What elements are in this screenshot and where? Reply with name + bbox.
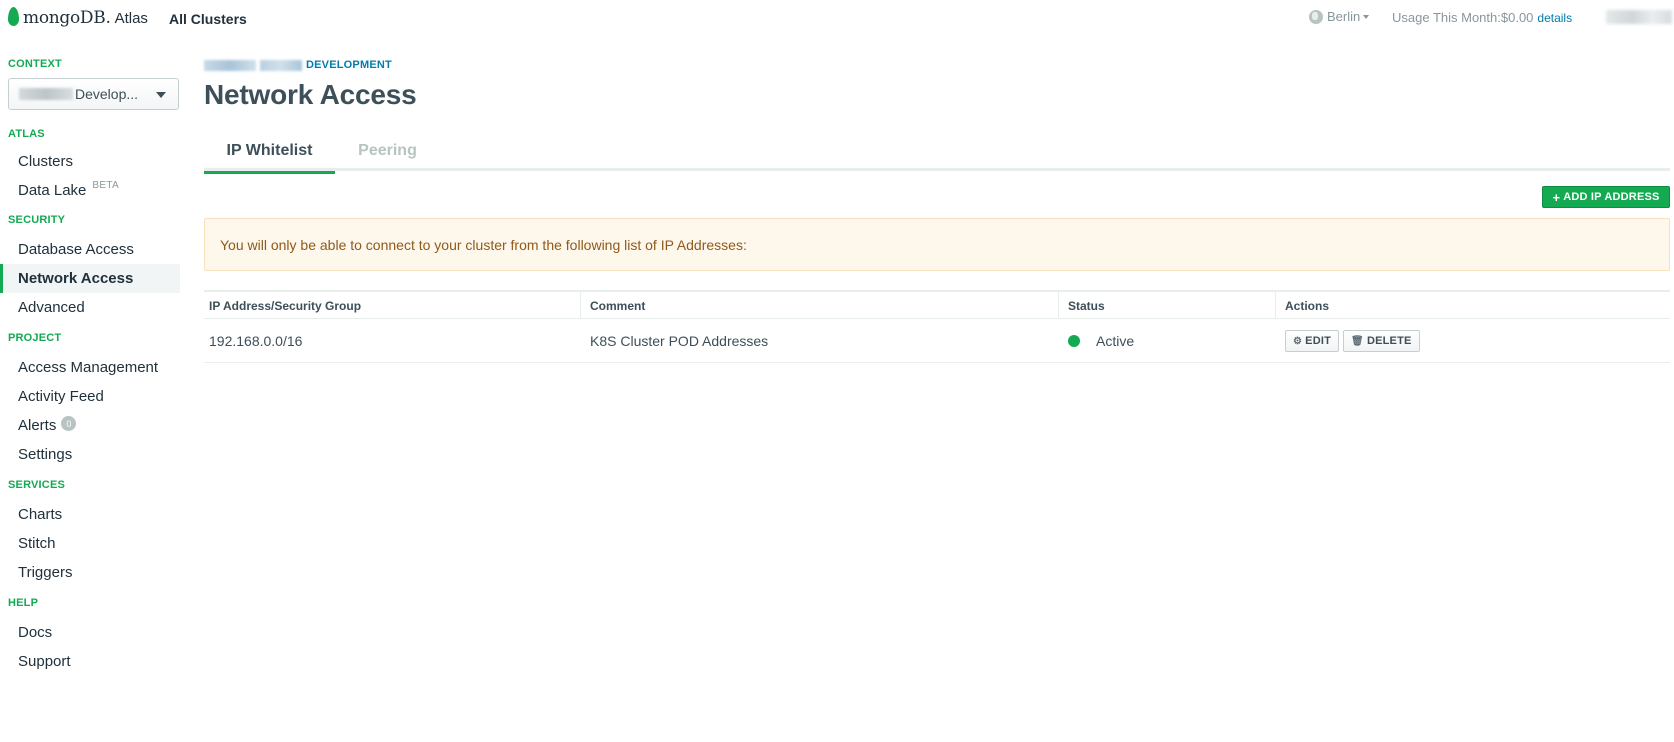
region-selector[interactable]: Berlin	[1309, 9, 1370, 24]
sidebar-item-label: Clusters	[18, 153, 74, 170]
alerts-count-badge: 0	[61, 416, 77, 431]
delete-button[interactable]: 🗑 DELETE	[1343, 330, 1420, 352]
sidebar-item-charts[interactable]: Charts	[0, 500, 180, 529]
comment-cell: K8S Cluster POD Addresses	[590, 333, 769, 349]
caret-down-icon	[1363, 14, 1370, 19]
delete-label: DELETE	[1366, 335, 1412, 347]
sidebar-section-label: HELP	[8, 597, 39, 609]
sidebar-item-label: Charts	[18, 506, 63, 523]
actions-cell: ⚙ EDIT 🗑 DELETE	[1285, 319, 1424, 363]
column-header-comment: Comment	[580, 292, 1058, 319]
edit-button[interactable]: ⚙ EDIT	[1285, 330, 1340, 352]
sidebar-item-label: Advanced	[18, 299, 85, 316]
beta-badge: BETA	[92, 180, 119, 191]
sidebar-item-alerts[interactable]: Alerts 0	[0, 411, 180, 440]
table-header: IP Address/Security Group Comment Status…	[204, 290, 1670, 319]
chevron-down-icon	[156, 92, 166, 98]
breadcrumb-project[interactable]	[260, 59, 302, 71]
ip-whitelist-table: IP Address/Security Group Comment Status…	[204, 290, 1670, 363]
sidebar-item-label: Alerts	[18, 417, 57, 434]
sidebar-item-label: Support	[18, 653, 71, 670]
sidebar-section-label: ATLAS	[8, 128, 45, 140]
status-cell: Active	[1068, 319, 1134, 363]
usage-summary: Usage This Month:$0.00 details	[1392, 10, 1572, 25]
context-value: Develop...	[75, 86, 139, 102]
table-row: 192.168.0.0/16 K8S Cluster POD Addresses…	[204, 319, 1670, 363]
sidebar-section-label: SECURITY	[8, 214, 66, 226]
tab-peering[interactable]: Peering	[335, 131, 440, 171]
mongodb-atlas-logo[interactable]: mongoDB. Atlas	[8, 5, 148, 31]
sidebar-item-label: Data Lake	[18, 182, 87, 199]
edit-label: EDIT	[1305, 335, 1332, 347]
column-header-actions: Actions	[1275, 292, 1670, 319]
mongodb-leaf-icon	[8, 6, 19, 26]
breadcrumb-org[interactable]	[204, 59, 256, 71]
sidebar-item-triggers[interactable]: Triggers	[0, 558, 180, 587]
context-label: CONTEXT	[8, 58, 62, 70]
trash-icon: 🗑	[1351, 335, 1364, 347]
column-header-status: Status	[1058, 292, 1275, 319]
sidebar-item-access-management[interactable]: Access Management	[0, 353, 180, 382]
sidebar-section-atlas: ATLAS Clusters Data Lake BETA	[0, 128, 180, 205]
sidebar-item-advanced[interactable]: Advanced	[0, 293, 180, 322]
sidebar-section-help: HELP Docs Support	[0, 597, 180, 676]
logo-text: mongoDB.	[23, 8, 111, 28]
sidebar-item-label: Stitch	[18, 535, 56, 552]
sidebar-item-label: Settings	[18, 446, 73, 463]
status-label: Active	[1096, 333, 1135, 349]
usage-details-link[interactable]: details	[1537, 11, 1572, 25]
sidebar-item-activity-feed[interactable]: Activity Feed	[0, 382, 180, 411]
sidebar-section-label: SERVICES	[8, 479, 66, 491]
globe-icon	[1309, 9, 1323, 24]
sidebar-item-clusters[interactable]: Clusters	[0, 147, 180, 176]
tab-ip-whitelist[interactable]: IP Whitelist	[204, 131, 335, 174]
sidebar-item-network-access[interactable]: Network Access	[0, 264, 180, 293]
sidebar-section-project: PROJECT Access Management Activity Feed …	[0, 332, 180, 469]
sidebar-item-label: Triggers	[18, 564, 73, 581]
sidebar-section-label: PROJECT	[8, 332, 62, 344]
sidebar-item-label: Docs	[18, 624, 53, 641]
add-ip-address-label: ADD IP ADDRESS	[1563, 191, 1660, 203]
all-clusters-link[interactable]: All Clusters	[169, 11, 247, 27]
sidebar-item-stitch[interactable]: Stitch	[0, 529, 180, 558]
sidebar-item-docs[interactable]: Docs	[0, 618, 180, 647]
usage-label: Usage This Month:$0.00	[1392, 10, 1534, 25]
top-navigation-bar: mongoDB. Atlas All Clusters Berlin Usage…	[0, 0, 1674, 36]
status-dot-icon	[1068, 335, 1080, 347]
breadcrumb-current[interactable]: DEVELOPMENT	[306, 59, 392, 71]
sidebar-item-label: Network Access	[18, 270, 134, 287]
info-alert: You will only be able to connect to your…	[204, 218, 1670, 271]
sidebar-item-support[interactable]: Support	[0, 647, 180, 676]
region-label: Berlin	[1327, 9, 1361, 24]
tab-bar: IP Whitelist Peering	[204, 131, 1670, 174]
sidebar-section-services: SERVICES Charts Stitch Triggers	[0, 479, 180, 587]
sidebar-item-label: Activity Feed	[18, 388, 104, 405]
add-ip-address-button[interactable]: + ADD IP ADDRESS	[1542, 186, 1670, 208]
sidebar-item-database-access[interactable]: Database Access	[0, 235, 180, 264]
breadcrumb: DEVELOPMENT	[204, 59, 392, 71]
context-org-name	[19, 88, 73, 100]
column-header-ip: IP Address/Security Group	[209, 298, 362, 313]
gear-icon: ⚙	[1293, 335, 1303, 347]
sidebar-item-label: Access Management	[18, 359, 159, 376]
context-selector[interactable]: Develop...	[8, 78, 179, 110]
logo-product: Atlas	[114, 9, 148, 27]
sidebar-item-settings[interactable]: Settings	[0, 440, 180, 469]
sidebar-section-security: SECURITY Database Access Network Access …	[0, 214, 180, 322]
user-menu[interactable]	[1606, 10, 1672, 24]
sidebar-item-label: Database Access	[18, 241, 134, 258]
ip-address-cell: 192.168.0.0/16	[209, 333, 303, 349]
sidebar-item-data-lake[interactable]: Data Lake BETA	[0, 176, 180, 205]
plus-icon: +	[1552, 189, 1561, 205]
page-title: Network Access	[204, 79, 417, 110]
